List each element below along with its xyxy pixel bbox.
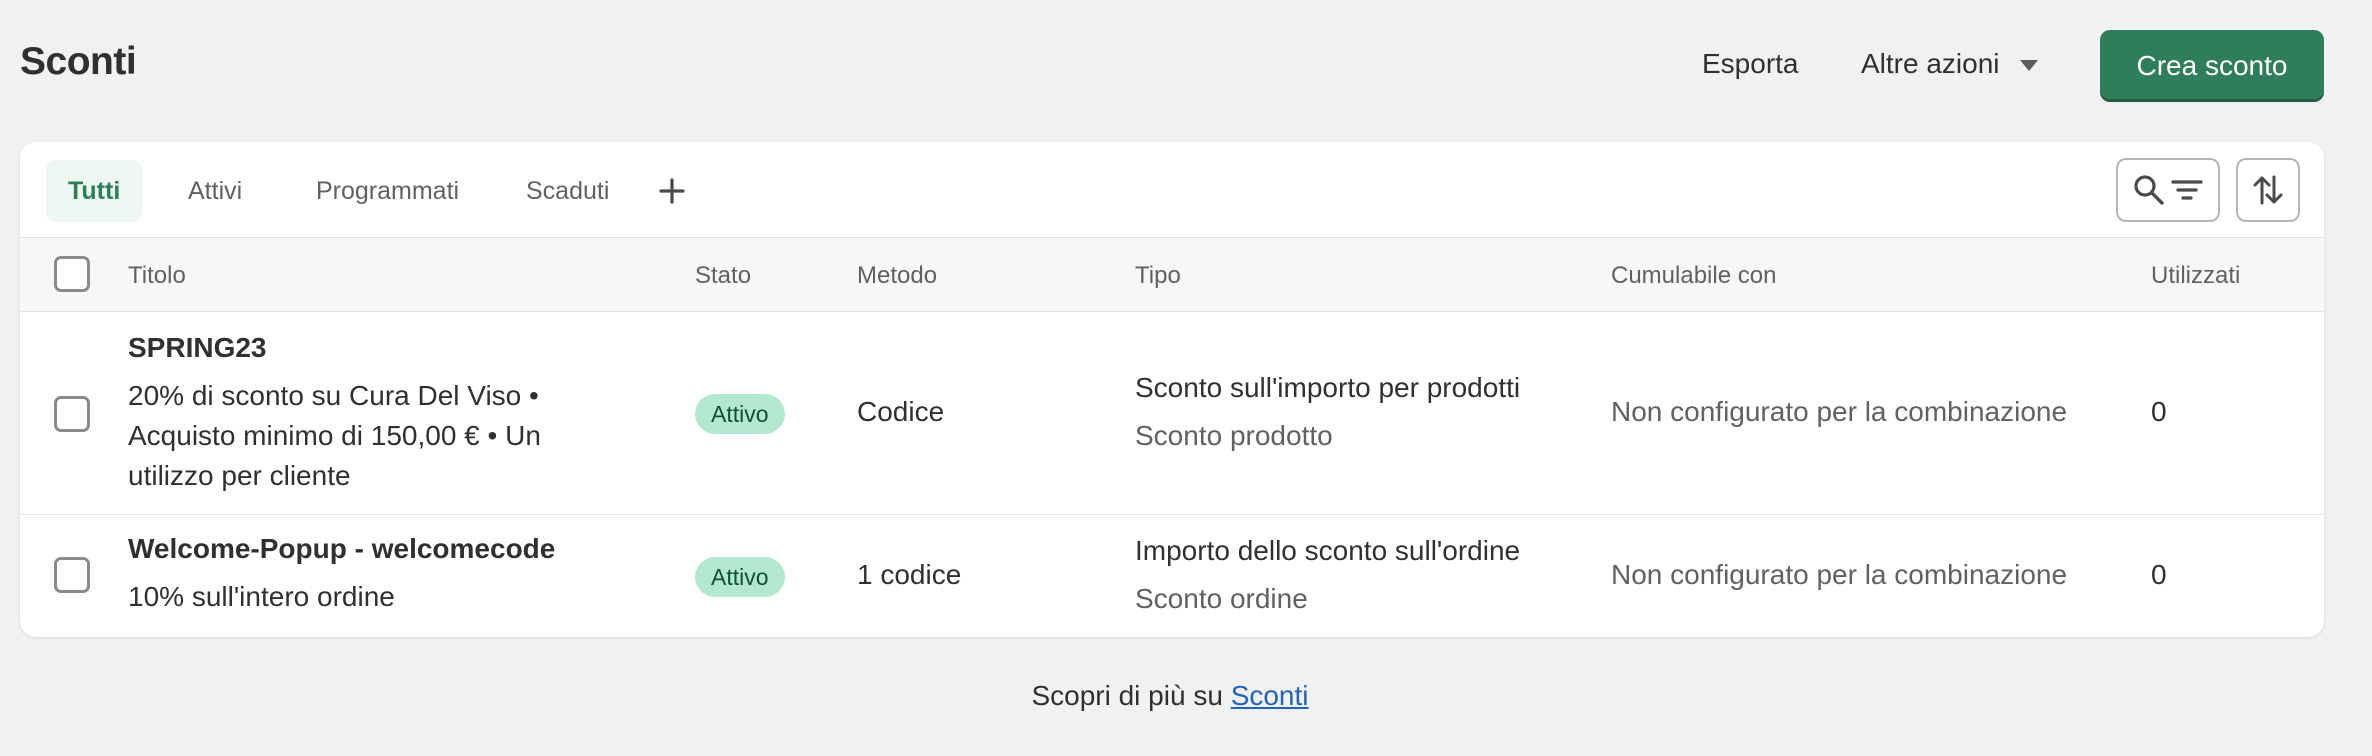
caret-down-icon [2019,59,2038,71]
sort-button[interactable] [2236,158,2300,222]
footer-text: Scopri di più su [1031,680,1223,711]
footer-learn-more: Scopri di più su Sconti [0,680,2340,712]
table-header: Titolo Stato Metodo Tipo Cumulabile con … [20,238,2324,312]
discount-description: 20% di sconto su Cura Del Viso • Acquist… [128,380,541,491]
discounts-card: Tutti Attivi Programmati Scaduti Titolo … [20,142,2324,637]
type-main: Importo dello sconto sull'ordine [1135,535,1521,566]
export-button[interactable]: Esporta [1702,48,1799,80]
tab-scheduled[interactable]: Programmati [294,160,481,222]
plus-icon [659,178,685,204]
select-all-checkbox[interactable] [54,256,90,292]
status-badge: Attivo [695,557,785,597]
discounts-help-link[interactable]: Sconti [1231,680,1309,711]
combinable-cell: Non configurato per la combinazione [1611,396,2068,427]
type-sub: Sconto ordine [1135,583,1308,614]
search-filter-button[interactable] [2116,158,2220,222]
method-cell: 1 codice [857,559,962,590]
status-badge: Attivo [695,394,785,434]
more-actions-button[interactable]: Altre azioni [1861,48,2038,80]
discount-description: 10% sull'intero ordine [128,581,395,612]
column-header-status[interactable]: Stato [695,262,751,290]
filter-icon [2171,180,2203,200]
used-count: 0 [2151,559,2167,590]
used-count: 0 [2151,396,2167,427]
tab-all[interactable]: Tutti [46,160,143,222]
combinable-cell: Non configurato per la combinazione [1611,559,2068,590]
tabs-bar: Tutti Attivi Programmati Scaduti [20,142,2324,238]
row-checkbox[interactable] [54,557,90,593]
type-main: Sconto sull'importo per prodotti [1135,372,1521,403]
search-icon [2134,175,2164,205]
discount-title[interactable]: SPRING23 [128,328,598,368]
page-header: Sconti Esporta Altre azioni Crea sconto [0,0,2372,134]
table-row[interactable]: Welcome-Popup - welcomecode 10% sull'int… [20,515,2324,637]
column-header-title[interactable]: Titolo [128,262,186,290]
method-cell: Codice [857,396,945,427]
discount-title-cell: Welcome-Popup - welcomecode 10% sull'int… [128,529,648,617]
column-header-used[interactable]: Utilizzati [2151,262,2240,290]
sort-icon [2253,175,2283,205]
page-title: Sconti [20,40,137,83]
column-header-type[interactable]: Tipo [1135,262,1181,290]
tab-active[interactable]: Attivi [166,160,264,222]
add-view-button[interactable] [640,160,704,222]
row-checkbox[interactable] [54,396,90,432]
column-header-combinable[interactable]: Cumulabile con [1611,262,1776,290]
more-actions-label: Altre azioni [1861,48,2000,79]
create-discount-button[interactable]: Crea sconto [2100,30,2324,102]
column-header-method[interactable]: Metodo [857,262,937,290]
discount-title[interactable]: Welcome-Popup - welcomecode [128,529,648,569]
tab-expired[interactable]: Scaduti [504,160,631,222]
type-sub: Sconto prodotto [1135,420,1333,451]
discount-title-cell: SPRING23 20% di sconto su Cura Del Viso … [128,328,598,496]
table-row[interactable]: SPRING23 20% di sconto su Cura Del Viso … [20,312,2324,515]
